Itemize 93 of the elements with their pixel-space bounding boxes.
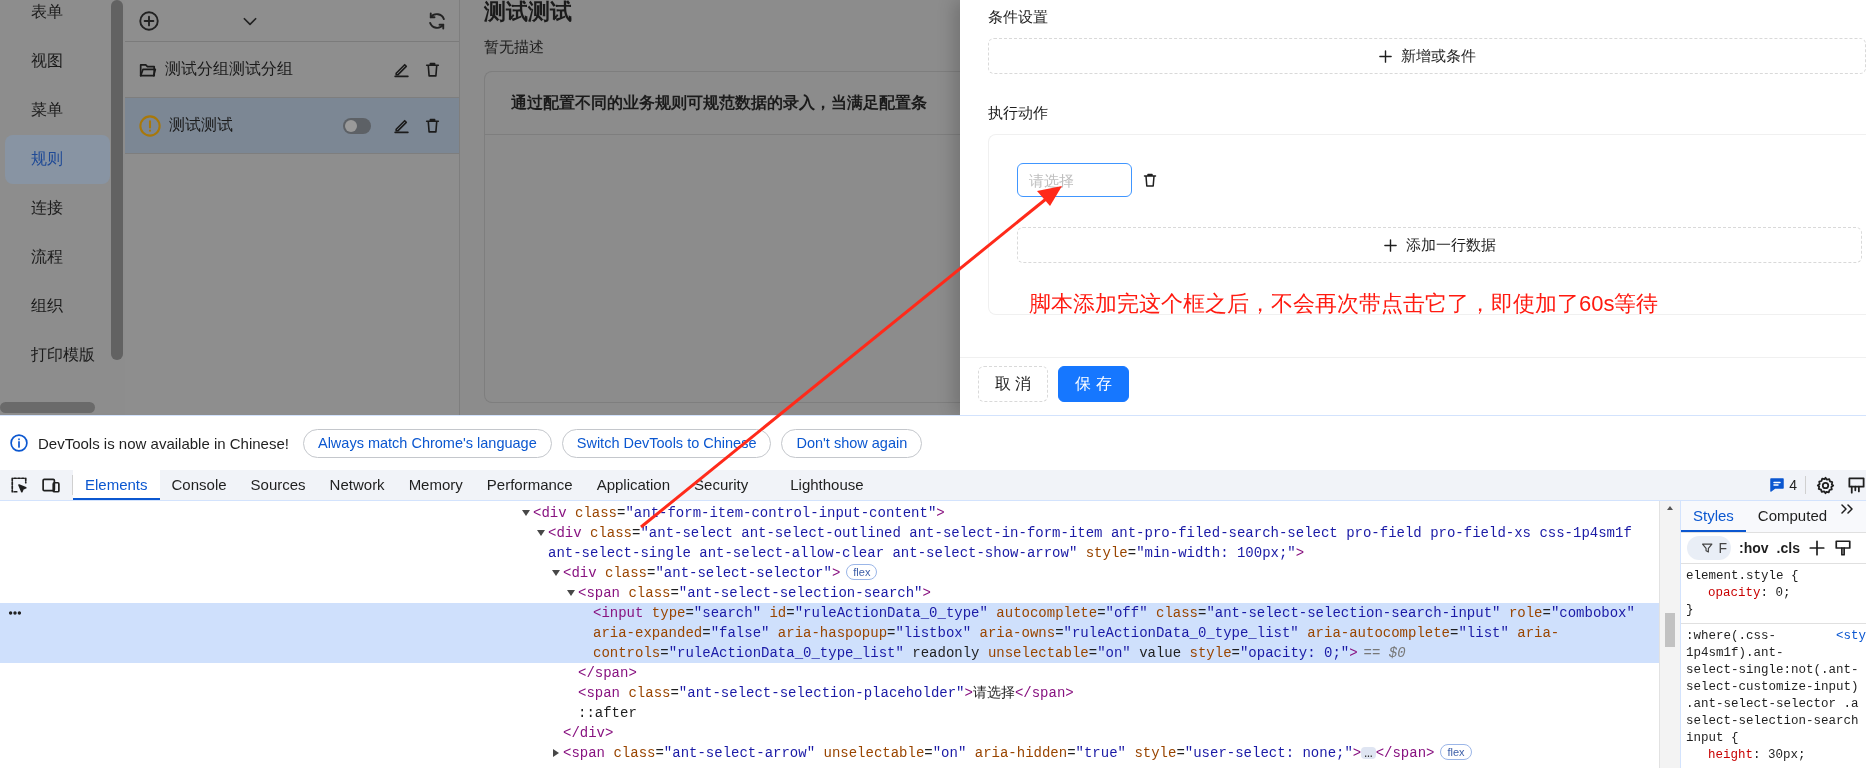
- add-row-button[interactable]: 添加一行数据: [1017, 227, 1862, 263]
- dom-tree-row[interactable]: ::after: [0, 703, 1659, 723]
- devtools-tab[interactable]: Performance: [474, 470, 585, 500]
- infobar-button[interactable]: Don't show again: [781, 428, 923, 458]
- cls-toggle[interactable]: .cls: [1776, 540, 1800, 557]
- css-selector: input {: [1686, 730, 1739, 747]
- scrollbar: [1665, 613, 1675, 647]
- warning-icon: [139, 114, 161, 137]
- section-label: 执行动作: [988, 103, 1049, 123]
- toggle-switch[interactable]: [343, 117, 371, 134]
- devtools-tab[interactable]: Elements: [73, 470, 160, 500]
- settings-icon[interactable]: [1816, 475, 1835, 495]
- dom-tree-row[interactable]: </div>: [0, 723, 1659, 743]
- nav-item[interactable]: 视图: [5, 37, 110, 86]
- html-line: <span class="ant-select-arrow" unselectable="on" aria-hidden="true" style="user-select: none;">: [563, 745, 1362, 761]
- expanded-triangle-icon[interactable]: [566, 588, 576, 598]
- nav-item[interactable]: 表单: [5, 0, 110, 37]
- add-circle-icon[interactable]: [139, 10, 159, 31]
- collapsed-content-button[interactable]: …: [1361, 747, 1376, 759]
- edit-icon[interactable]: [393, 117, 410, 134]
- dom-tree-row[interactable]: </span>: [0, 663, 1659, 683]
- save-button[interactable]: 保 存: [1058, 366, 1129, 402]
- css-selector: 1p4sm1f).ant-: [1686, 645, 1784, 662]
- css-declaration: opacity: 0;: [1707, 585, 1792, 602]
- section-label: 条件设置: [988, 7, 1049, 27]
- devtools-tab[interactable]: Memory: [396, 470, 475, 500]
- dom-tree-row[interactable]: <span class="ant-select-selection-placeholder">请选择</span>: [0, 683, 1659, 703]
- cancel-button[interactable]: 取 消: [978, 366, 1049, 402]
- infobar-message: DevTools is now available in Chinese!: [38, 434, 289, 452]
- add-condition-button[interactable]: 新增或条件: [988, 38, 1866, 74]
- nav-item[interactable]: 菜单: [5, 86, 110, 135]
- css-selector: select-customize-input): [1686, 679, 1859, 696]
- html-line: </span>: [1375, 745, 1435, 761]
- expanded-triangle-icon[interactable]: [551, 568, 561, 578]
- styles-tab[interactable]: Styles: [1681, 501, 1746, 533]
- css-selector: select-selection-search: [1686, 713, 1859, 730]
- edit-icon[interactable]: [393, 61, 410, 78]
- html-line: <span class="ant-select-selection-search">: [578, 585, 931, 601]
- select-field[interactable]: 请选择: [1017, 163, 1132, 197]
- css-selector: :where(.css-: [1686, 628, 1776, 645]
- html-line: <input type="search" id="ruleActionData_0_type" autocomplete="off" class="ant-select-selection-search-input" role="combobox" aria-expanded="false" aria-haspopup="listbox" aria-owns="ruleActionData_0_type_list" aria-autocomplete="list" aria-controls="ruleActionData_0_type_list" readonly unselectable="on" value style="opacity: 0;"> == $0: [593, 605, 1635, 661]
- nav-item[interactable]: 连接: [5, 184, 110, 233]
- css-selector: element.style {: [1686, 568, 1799, 585]
- device-toolbar-icon[interactable]: [42, 476, 60, 494]
- refresh-icon[interactable]: [427, 10, 447, 31]
- devtools-tab[interactable]: Security: [682, 470, 761, 500]
- stylesheet-link[interactable]: <sty: [1836, 628, 1866, 645]
- devtools-tab[interactable]: Console: [159, 470, 239, 500]
- devtools-tab[interactable]: Sources: [238, 470, 318, 500]
- filter-field[interactable]: F: [1687, 536, 1731, 561]
- info-icon: [10, 434, 28, 452]
- styles-tab[interactable]: Computed: [1745, 501, 1840, 533]
- trash-icon[interactable]: [1142, 172, 1158, 188]
- nav-item[interactable]: 流程: [5, 233, 110, 282]
- dom-tree-row[interactable]: <span class="ant-select-selection-search">: [0, 583, 1659, 603]
- message-icon: [1769, 477, 1786, 493]
- rule-name: 测试分组测试分组: [165, 59, 294, 79]
- issues-button[interactable]: 4: [1761, 476, 1806, 494]
- expanded-triangle-icon[interactable]: [521, 508, 531, 518]
- html-line: </div>: [563, 725, 614, 741]
- dom-tree-row[interactable]: <span class="ant-select-arrow" unselectable="on" aria-hidden="true" style="user-select: none;"> … </span> flex: [0, 743, 1659, 763]
- rule-name: 测试测试: [169, 115, 234, 135]
- notice-text: 通过配置不同的业务规则可规范数据的录入，当满足配置条: [511, 92, 927, 113]
- collapsed-triangle-icon[interactable]: [551, 748, 561, 758]
- description-text: 暂无描述: [484, 38, 545, 57]
- plus-icon: [1378, 48, 1393, 64]
- css-declaration: height: 30px;: [1707, 747, 1807, 764]
- inspect-icon[interactable]: [10, 476, 28, 494]
- plus-icon: [1383, 237, 1398, 253]
- html-line: ::after: [578, 705, 637, 721]
- css-selector: select-single:not(.ant-: [1686, 662, 1859, 679]
- page-title: 测试测试: [484, 0, 573, 26]
- css-selector: .ant-select-selector .a: [1686, 696, 1859, 713]
- hov-toggle[interactable]: :hov: [1739, 540, 1769, 557]
- nav-item[interactable]: 组织: [5, 282, 110, 331]
- add-rule-icon[interactable]: [1807, 539, 1826, 558]
- expanded-triangle-icon[interactable]: [536, 528, 546, 538]
- css-brace: }: [1686, 602, 1695, 619]
- rule-list-row[interactable]: 测试测试: [125, 98, 459, 154]
- dom-tree-row[interactable]: <div class="ant-select-selector"> flex: [0, 563, 1659, 583]
- brush-icon[interactable]: [1833, 539, 1852, 558]
- more-tabs-icon[interactable]: [1839, 501, 1856, 517]
- infobar-button[interactable]: Always match Chrome's language: [302, 428, 552, 458]
- html-line: <div class="ant-select ant-select-outlined ant-select-in-form-item ant-pro-filed-search-select pro-field pro-field-xs css-1p4sm1f ant-select-single ant-select-allow-clear ant-select-show-arrow" style="min-width: 100px;">: [548, 525, 1632, 561]
- html-line: <div class="ant-select-selector">: [563, 565, 841, 581]
- devtools-tab[interactable]: Network: [317, 470, 397, 500]
- devtools-tab[interactable]: Lighthouse: [778, 470, 876, 500]
- html-line: </span>: [578, 665, 637, 681]
- dock-icon[interactable]: [1847, 475, 1866, 495]
- annotation-text: 脚本添加完这个框之后，不会再次带点击它了，即使加了60s等待: [1029, 290, 1660, 318]
- html-line: <span class="ant-select-selection-placeholder">请选择</span>: [578, 685, 1074, 701]
- devtools-tab[interactable]: Application: [584, 470, 683, 500]
- nav-item[interactable]: 打印模版: [5, 331, 110, 380]
